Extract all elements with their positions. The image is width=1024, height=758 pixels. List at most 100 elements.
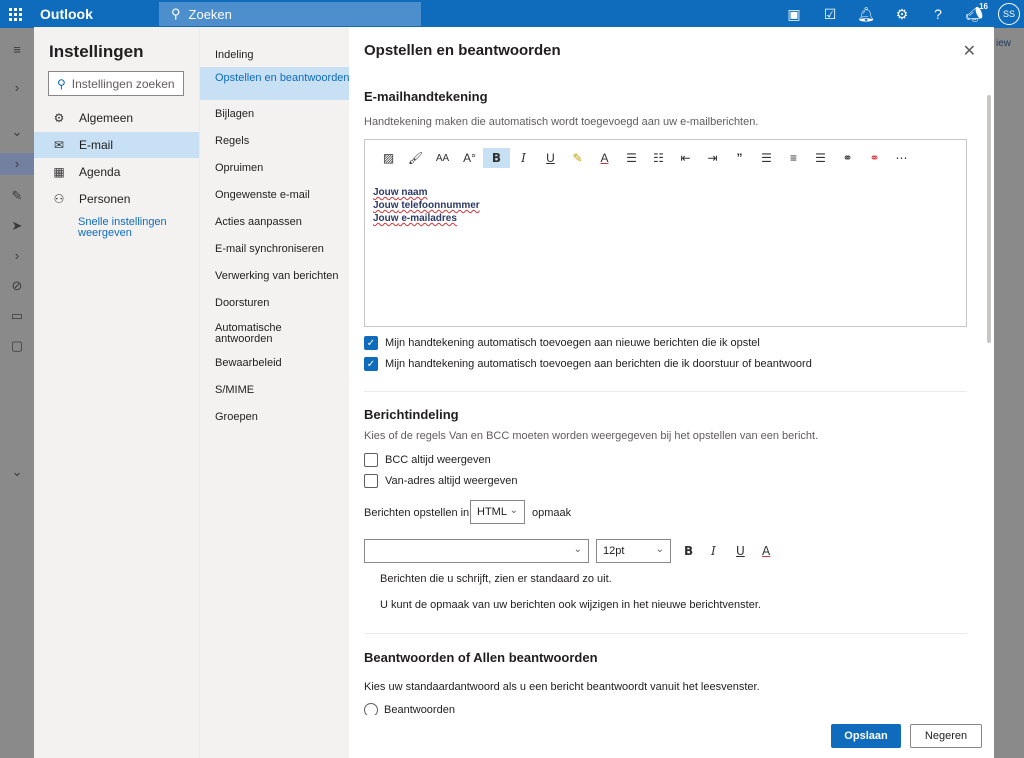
align-center-icon[interactable]: ≡: [780, 148, 807, 168]
settings-dialog: Instellingen ⚲ Instellingen zoeken ⚙ Alg…: [34, 27, 994, 758]
chevron-right-icon[interactable]: ›: [0, 80, 34, 95]
font-size-dropdown[interactable]: 12pt ⌄: [596, 539, 671, 563]
note-icon[interactable]: ▢: [0, 338, 34, 354]
subsection-sweep[interactable]: Opruimen: [200, 163, 350, 174]
app-launcher-button[interactable]: [0, 0, 30, 28]
grow-font-icon[interactable]: A°: [456, 148, 483, 168]
subsection-sync[interactable]: E-mail synchroniseren: [200, 244, 350, 255]
numbering-icon[interactable]: ☷: [645, 148, 672, 168]
auto-signature-reply-checkbox[interactable]: ✓ Mijn handtekening automatisch toevoege…: [364, 357, 812, 371]
save-button[interactable]: Opslaan: [831, 724, 901, 748]
scrollbar[interactable]: [986, 87, 992, 727]
compose-format-dropdown[interactable]: HTML ⌄: [470, 500, 525, 524]
more-icon[interactable]: ⋯: [888, 148, 915, 168]
category-label: Personen: [79, 192, 131, 206]
subsection-auto-replies[interactable]: Automatische antwoorden: [200, 323, 290, 345]
underline-icon[interactable]: U: [736, 544, 745, 558]
folder-selected-icon[interactable]: ›: [0, 153, 34, 175]
search-icon: ⚲: [171, 6, 181, 21]
category-label: E-mail: [79, 138, 114, 152]
reply-description: Kies uw standaardantwoord als u een beri…: [364, 681, 760, 693]
subsection-retention[interactable]: Bewaarbeleid: [200, 358, 350, 369]
subsection-actions[interactable]: Acties aanpassen: [200, 217, 350, 228]
highlight-icon[interactable]: ✎: [564, 148, 591, 168]
chevron-right-icon[interactable]: ›: [0, 248, 34, 263]
chevron-down-icon[interactable]: ⌄: [0, 464, 34, 480]
signature-line: Jouw telefoonnummer: [373, 200, 480, 211]
unlink-icon[interactable]: ⚭: [861, 148, 888, 168]
notification-badge: 16: [979, 2, 988, 11]
italic-icon[interactable]: I: [711, 544, 716, 558]
checkbox-checked-icon[interactable]: ✓: [364, 357, 378, 371]
gear-icon[interactable]: ⚙: [884, 0, 920, 28]
reply-radio[interactable]: Beantwoorden: [364, 703, 455, 715]
megaphone-icon[interactable]: 📣︎ 16: [956, 0, 992, 28]
subsection-forwarding[interactable]: Doorsturen: [200, 298, 350, 309]
checkbox-unchecked-icon[interactable]: [364, 474, 378, 488]
divider: [364, 391, 967, 392]
increase-indent-icon[interactable]: ⇥: [699, 148, 726, 168]
subsection-smime[interactable]: S/MIME: [200, 385, 350, 396]
subsection-rules[interactable]: Regels: [200, 136, 350, 147]
subsection-message-handling[interactable]: Verwerking van berichten: [200, 271, 350, 282]
chevron-down-icon[interactable]: ⌄: [0, 124, 34, 140]
avatar[interactable]: SS: [998, 3, 1020, 25]
bullets-icon[interactable]: ☰: [618, 148, 645, 168]
category-general[interactable]: ⚙ Algemeen: [34, 105, 199, 131]
discard-button[interactable]: Negeren: [910, 724, 982, 748]
search-input[interactable]: ⚲ Zoeken: [159, 2, 421, 26]
signature-text[interactable]: Jouw naam Jouw telefoonnummer Jouw e-mai…: [373, 186, 480, 225]
align-left-icon[interactable]: ☰: [753, 148, 780, 168]
underline-icon[interactable]: U: [537, 148, 564, 168]
subsection-attachments[interactable]: Bijlagen: [200, 109, 350, 120]
category-label: Agenda: [79, 165, 121, 179]
bell-icon[interactable]: 🔔︎: [848, 0, 884, 28]
image-icon[interactable]: ▨: [375, 148, 402, 168]
subsection-groups[interactable]: Groepen: [200, 412, 350, 423]
reply-heading: Beantwoorden of Allen beantwoorden: [364, 650, 598, 665]
bold-icon[interactable]: B: [483, 148, 510, 168]
link-icon[interactable]: ⚭: [834, 148, 861, 168]
subsection-compose-reply[interactable]: Opstellen en beantwoorden: [200, 67, 350, 100]
align-right-icon[interactable]: ☰: [807, 148, 834, 168]
checkbox-unchecked-icon[interactable]: [364, 453, 378, 467]
gear-icon: ⚙: [53, 111, 65, 125]
from-checkbox[interactable]: Van-adres altijd weergeven: [364, 474, 517, 488]
quick-settings-link[interactable]: Snelle instellingen weergeven: [78, 217, 188, 239]
send-icon[interactable]: ➤: [0, 218, 34, 234]
archive-icon[interactable]: ▭: [0, 308, 34, 324]
font-color-icon[interactable]: A: [762, 544, 770, 558]
help-icon[interactable]: ?: [920, 0, 956, 28]
app-name[interactable]: Outlook: [40, 6, 158, 22]
font-family-dropdown[interactable]: ⌄: [364, 539, 589, 563]
bold-icon[interactable]: B: [684, 544, 693, 558]
font-color-icon[interactable]: A: [591, 148, 618, 168]
checkbox-checked-icon[interactable]: ✓: [364, 336, 378, 350]
background-mail-area: iew: [994, 28, 1024, 758]
font-size-icon[interactable]: AA: [429, 148, 456, 168]
signature-editor[interactable]: ▨ 🖌︎ AA A° B I U ✎ A ☰ ☷ ⇤ ⇥ ” ☰ ≡ ☰ ⚭ ⚭…: [364, 139, 967, 327]
subsection-layout[interactable]: Indeling: [200, 50, 350, 61]
todo-icon[interactable]: ☑: [812, 0, 848, 28]
category-email[interactable]: ✉ E-mail: [34, 132, 199, 158]
teams-icon[interactable]: ▣: [776, 0, 812, 28]
close-icon[interactable]: ✕: [963, 41, 976, 61]
pencil-icon[interactable]: ✎: [0, 188, 34, 204]
subsection-junk[interactable]: Ongewenste e-mail: [200, 190, 350, 201]
auto-signature-new-checkbox[interactable]: ✓ Mijn handtekening automatisch toevoege…: [364, 336, 760, 350]
radio-icon[interactable]: [364, 703, 378, 715]
settings-search-input[interactable]: ⚲ Instellingen zoeken: [48, 71, 184, 96]
scrollbar-thumb[interactable]: [987, 95, 991, 343]
decrease-indent-icon[interactable]: ⇤: [672, 148, 699, 168]
hamburger-icon[interactable]: ≡: [0, 42, 34, 57]
block-icon[interactable]: ⊘: [0, 278, 34, 294]
format-painter-icon[interactable]: 🖌︎: [402, 148, 429, 168]
category-calendar[interactable]: ▦ Agenda: [34, 159, 199, 185]
category-people[interactable]: ⚇ Personen: [34, 186, 199, 212]
chevron-down-icon: ⌄: [573, 544, 582, 555]
message-format-description: Kies of de regels Van en BCC moeten word…: [364, 430, 819, 442]
bcc-checkbox[interactable]: BCC altijd weergeven: [364, 453, 491, 467]
message-format-heading: Berichtindeling: [364, 407, 459, 422]
quote-icon[interactable]: ”: [726, 148, 753, 168]
italic-icon[interactable]: I: [510, 148, 537, 168]
